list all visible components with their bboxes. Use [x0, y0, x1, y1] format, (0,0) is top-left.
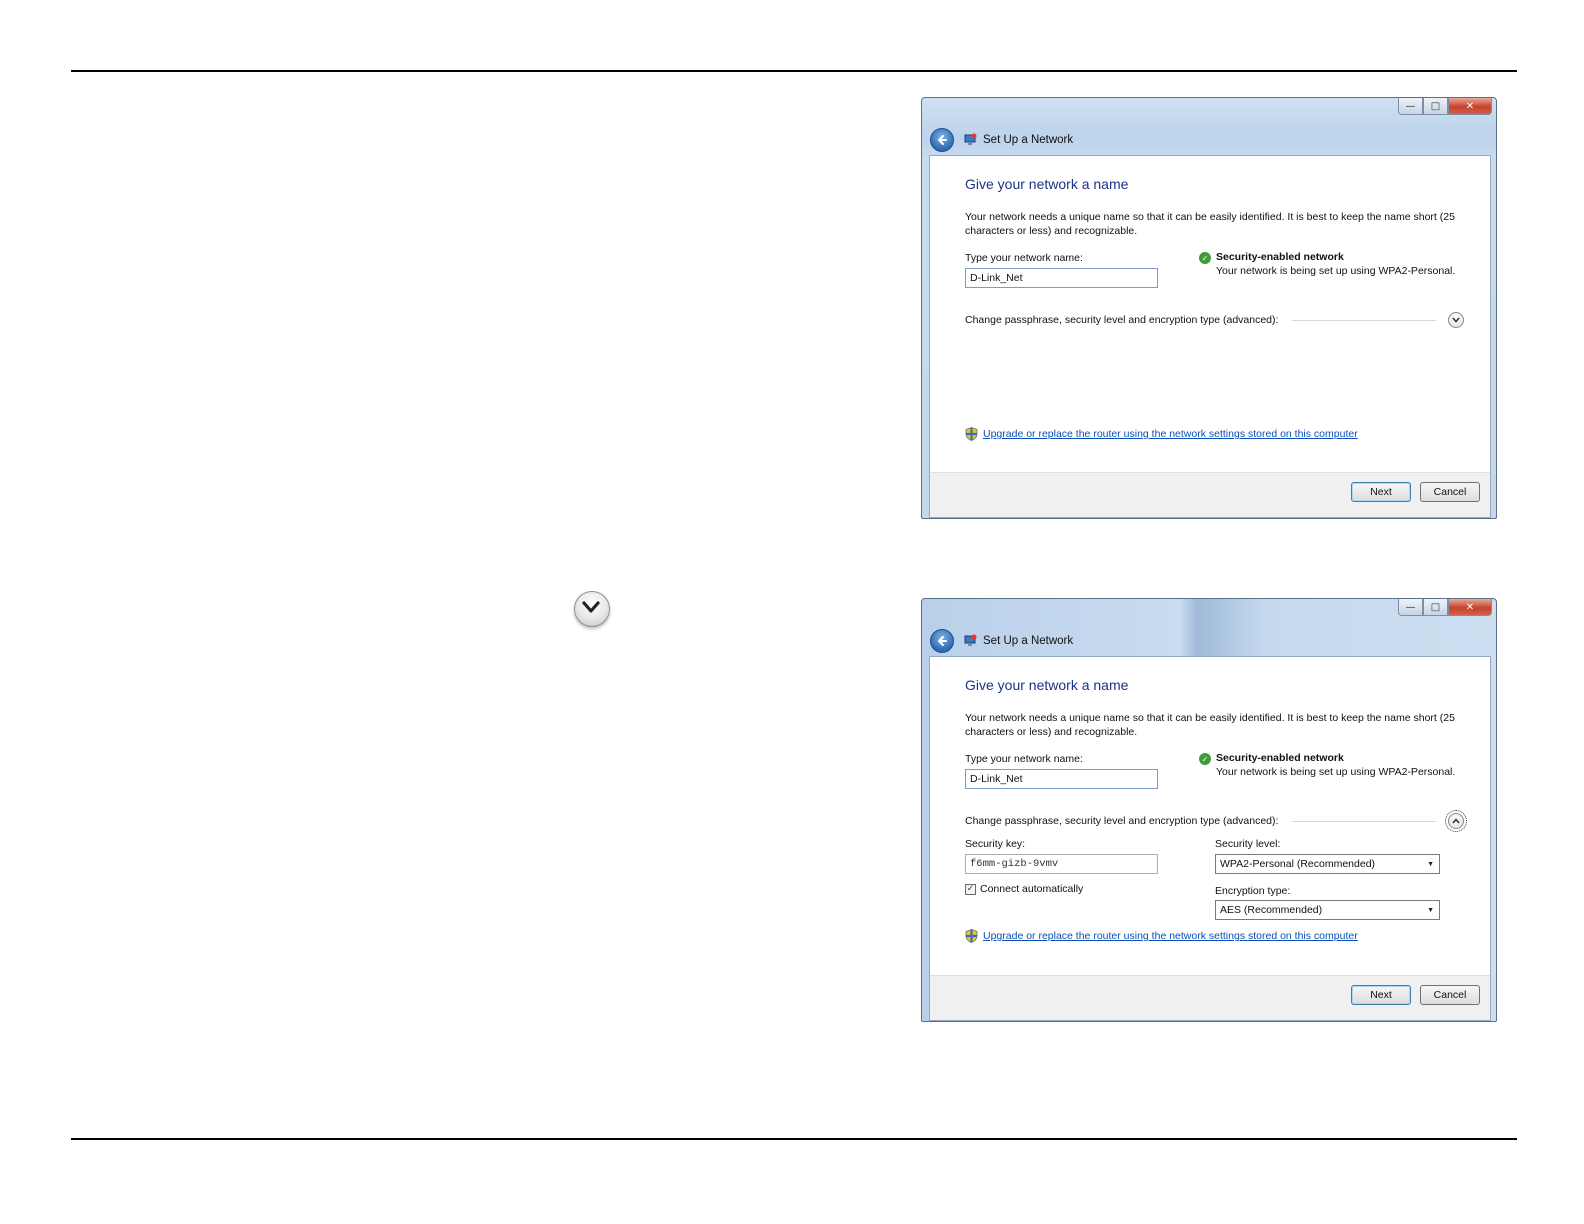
nav-bar: Set Up a Network — [930, 128, 1073, 152]
advanced-label: Change passphrase, security level and en… — [965, 314, 1279, 326]
chevron-down-circle-icon — [574, 591, 610, 627]
network-wizard-icon — [964, 133, 977, 145]
expand-advanced-button[interactable] — [1448, 312, 1464, 328]
security-level-select[interactable]: WPA2-Personal (Recommended) ▼ — [1215, 854, 1440, 874]
setup-network-window-expanded: — □ ✕ Set Up a Network Give your network… — [921, 598, 1497, 1022]
network-wizard-icon — [964, 634, 977, 646]
advanced-label: Change passphrase, security level and en… — [965, 815, 1279, 827]
encryption-type-select[interactable]: AES (Recommended) ▼ — [1215, 900, 1440, 920]
close-button[interactable]: ✕ — [1448, 98, 1492, 115]
maximize-button[interactable]: □ — [1423, 599, 1448, 616]
setup-network-window-collapsed: — □ ✕ Set Up a Network Give your network… — [921, 97, 1497, 519]
encryption-type-value: AES (Recommended) — [1220, 904, 1323, 916]
page-heading: Give your network a name — [965, 176, 1129, 192]
dropdown-arrow-icon: ▼ — [1427, 861, 1434, 868]
page-description: Your network needs a unique name so that… — [965, 712, 1455, 738]
page-heading: Give your network a name — [965, 677, 1129, 693]
back-arrow-icon — [938, 135, 947, 145]
green-shield-check-icon: ✓ — [1199, 753, 1211, 765]
cancel-button[interactable]: Cancel — [1420, 985, 1480, 1005]
wizard-content: Give your network a name Your network ne… — [929, 155, 1491, 518]
top-rule — [71, 70, 1517, 72]
wizard-footer: Next Cancel — [930, 472, 1490, 517]
nav-bar: Set Up a Network — [930, 629, 1073, 653]
network-name-label: Type your network name: — [965, 753, 1083, 765]
green-shield-check-icon: ✓ — [1199, 252, 1211, 264]
bottom-rule — [71, 1138, 1517, 1140]
window-title: Set Up a Network — [983, 635, 1074, 647]
uac-shield-icon — [965, 929, 978, 943]
caption-buttons: — □ ✕ — [1398, 599, 1492, 618]
minimize-button[interactable]: — — [1398, 599, 1423, 616]
encryption-type-label: Encryption type: — [1215, 885, 1291, 897]
upgrade-router-link[interactable]: Upgrade or replace the router using the … — [983, 428, 1358, 440]
maximize-button[interactable]: □ — [1423, 98, 1448, 115]
security-title: Security-enabled network — [1216, 752, 1344, 764]
close-button[interactable]: ✕ — [1448, 599, 1492, 616]
wizard-footer: Next Cancel — [930, 975, 1490, 1020]
back-button[interactable] — [930, 128, 954, 152]
page-description: Your network needs a unique name so that… — [965, 211, 1455, 237]
security-level-label: Security level: — [1215, 838, 1281, 850]
network-name-input[interactable]: D-Link_Net — [965, 268, 1158, 288]
advanced-divider — [1292, 320, 1436, 321]
next-button[interactable]: Next — [1351, 482, 1411, 502]
security-title: Security-enabled network — [1216, 251, 1344, 263]
security-description: Your network is being set up using WPA2-… — [1216, 265, 1456, 277]
security-description: Your network is being set up using WPA2-… — [1216, 766, 1456, 778]
chevron-down-icon — [1452, 317, 1460, 323]
network-name-label: Type your network name: — [965, 252, 1083, 264]
upgrade-router-link[interactable]: Upgrade or replace the router using the … — [983, 930, 1358, 942]
uac-shield-icon — [965, 427, 978, 441]
dropdown-arrow-icon: ▼ — [1427, 907, 1434, 914]
collapse-advanced-button[interactable] — [1445, 810, 1467, 832]
connect-automatically-label: Connect automatically — [980, 883, 1084, 895]
security-key-input[interactable]: f6mm-gizb-9vmv — [965, 854, 1158, 874]
back-button[interactable] — [930, 629, 954, 653]
security-level-value: WPA2-Personal (Recommended) — [1220, 858, 1376, 870]
back-arrow-icon — [938, 636, 947, 646]
network-name-input[interactable]: D-Link_Net — [965, 769, 1158, 789]
wizard-content: Give your network a name Your network ne… — [929, 656, 1491, 1021]
cancel-button[interactable]: Cancel — [1420, 482, 1480, 502]
chevron-up-icon — [1452, 818, 1460, 824]
caption-buttons: — □ ✕ — [1398, 98, 1492, 117]
minimize-button[interactable]: — — [1398, 98, 1423, 115]
advanced-divider — [1292, 821, 1436, 822]
window-title: Set Up a Network — [983, 134, 1074, 146]
security-key-label: Security key: — [965, 838, 1026, 850]
connect-automatically-checkbox[interactable]: ✓ — [965, 884, 976, 895]
next-button[interactable]: Next — [1351, 985, 1411, 1005]
